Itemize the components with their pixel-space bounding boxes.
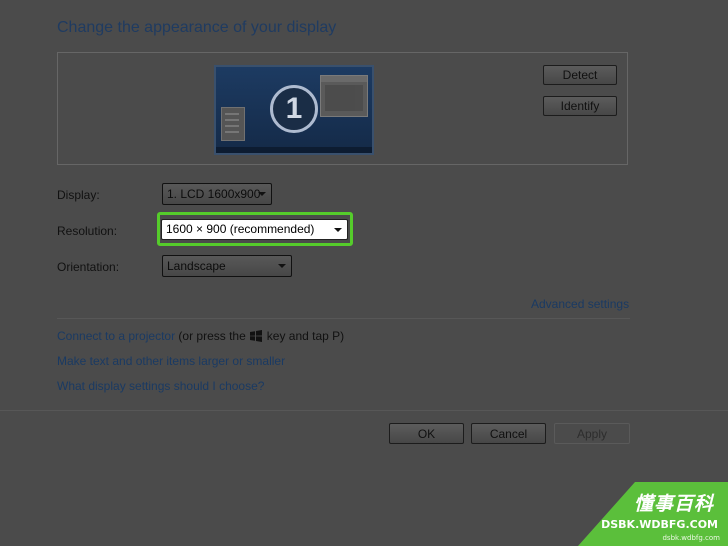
watermark-domain: DSBK.WDBFG.COM (601, 518, 718, 531)
orientation-label: Orientation: (57, 260, 120, 274)
display-label: Display: (57, 188, 100, 202)
display-dropdown-value: 1. LCD 1600x900 (167, 187, 261, 201)
monitor-number-badge: 1 (270, 85, 318, 133)
projector-row: Connect to a projector (or press the key … (57, 329, 344, 343)
cancel-button[interactable]: Cancel (471, 423, 546, 444)
section-divider (57, 318, 630, 319)
advanced-settings-link[interactable]: Advanced settings (531, 297, 629, 311)
site-watermark: 懂事百科 DSBK.WDBFG.COM dsbk.wdbfg.com (578, 482, 728, 546)
display-dropdown[interactable]: 1. LCD 1600x900 (162, 183, 272, 205)
preview-taskbar (216, 147, 372, 153)
ok-button[interactable]: OK (389, 423, 464, 444)
resolution-label: Resolution: (57, 224, 118, 238)
resolution-dropdown[interactable]: 1600 × 900 (recommended) (161, 219, 348, 240)
page-title: Change the appearance of your display (57, 19, 337, 36)
projector-hint-after: key and tap P) (266, 329, 345, 343)
watermark-logo-text: 懂事百科 (633, 493, 714, 515)
resolution-dropdown-value: 1600 × 900 (recommended) (166, 222, 315, 236)
apply-button[interactable]: Apply (554, 423, 630, 444)
connect-projector-link[interactable]: Connect to a projector (57, 329, 175, 343)
display-help-link[interactable]: What display settings should I choose? (57, 379, 264, 393)
text-size-link[interactable]: Make text and other items larger or smal… (57, 354, 285, 368)
identify-button[interactable]: Identify (543, 96, 617, 116)
watermark-small-domain: dsbk.wdbfg.com (662, 534, 720, 542)
detect-button[interactable]: Detect (543, 65, 617, 85)
footer-divider (0, 410, 728, 411)
windows-logo-icon (249, 330, 262, 342)
projector-hint-before: (or press the (178, 329, 246, 343)
chevron-down-icon (278, 264, 286, 268)
display-settings-window: Change the appearance of your display 1 … (0, 0, 728, 546)
chevron-down-icon (334, 227, 342, 232)
orientation-dropdown[interactable]: Landscape (162, 255, 292, 277)
monitor-1-thumbnail[interactable]: 1 (214, 65, 374, 155)
preview-window-large (320, 75, 368, 117)
orientation-dropdown-value: Landscape (167, 259, 226, 273)
preview-window-small (221, 107, 245, 141)
chevron-down-icon (258, 192, 266, 196)
